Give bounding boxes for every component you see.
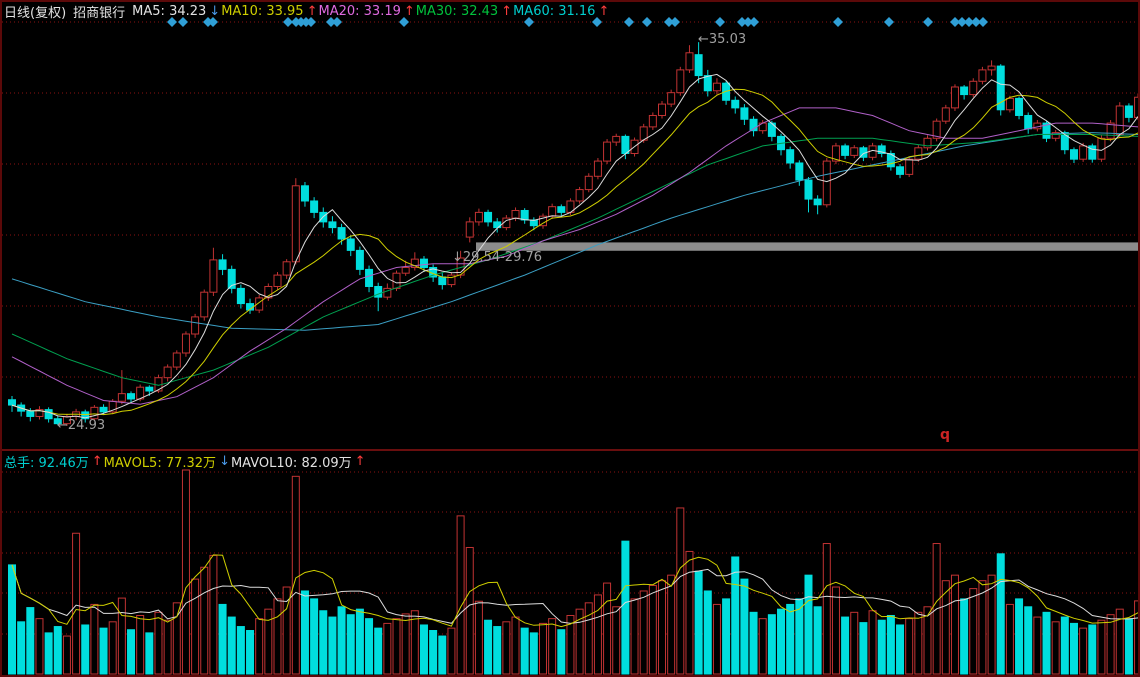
gap-range-annotation: ↓29.54-29.76 (452, 250, 542, 265)
ma10-value: MA10: 33.95 (221, 4, 303, 19)
peak-price-annotation: ←35.03 (698, 32, 746, 47)
mavol5-down-arrow-icon: ↓ (219, 454, 230, 469)
candlestick-volume-chart[interactable] (0, 0, 1140, 677)
trading-app-window: 日线(复权) 招商银行 MA5: 34.23 ↓ MA10: 33.95 ↑ M… (0, 0, 1140, 677)
mavol5-value: MAVOL5: 77.32万 (104, 452, 216, 471)
ma20-value: MA20: 33.19 (318, 4, 400, 19)
volume-up-arrow-icon: ↑ (92, 454, 103, 469)
ma5-value: MA5: 34.23 (132, 4, 206, 19)
ma30-up-arrow-icon: ↑ (501, 4, 512, 19)
ma20-up-arrow-icon: ↑ (404, 4, 415, 19)
volume-pane-header: 总手: 92.46万 ↑ MAVOL5: 77.32万 ↓ MAVOL10: 8… (4, 453, 367, 469)
ma60-up-arrow-icon: ↑ (598, 4, 609, 19)
price-pane-header: 日线(复权) 招商银行 MA5: 34.23 ↓ MA10: 33.95 ↑ M… (4, 3, 610, 19)
ma60-value: MA60: 31.16 (513, 4, 595, 19)
stock-name: 招商银行 (73, 2, 125, 21)
ma5-down-arrow-icon: ↓ (209, 4, 220, 19)
mavol10-value: MAVOL10: 82.09万 (231, 452, 352, 471)
ma10-up-arrow-icon: ↑ (307, 4, 318, 19)
mavol10-up-arrow-icon: ↑ (355, 454, 366, 469)
low-price-annotation: ←24.93 (57, 418, 105, 433)
volume-total-value: 总手: 92.46万 (4, 452, 89, 471)
q-marker: q (940, 427, 950, 443)
ma30-value: MA30: 32.43 (416, 4, 498, 19)
period-label: 日线(复权) (4, 2, 66, 21)
